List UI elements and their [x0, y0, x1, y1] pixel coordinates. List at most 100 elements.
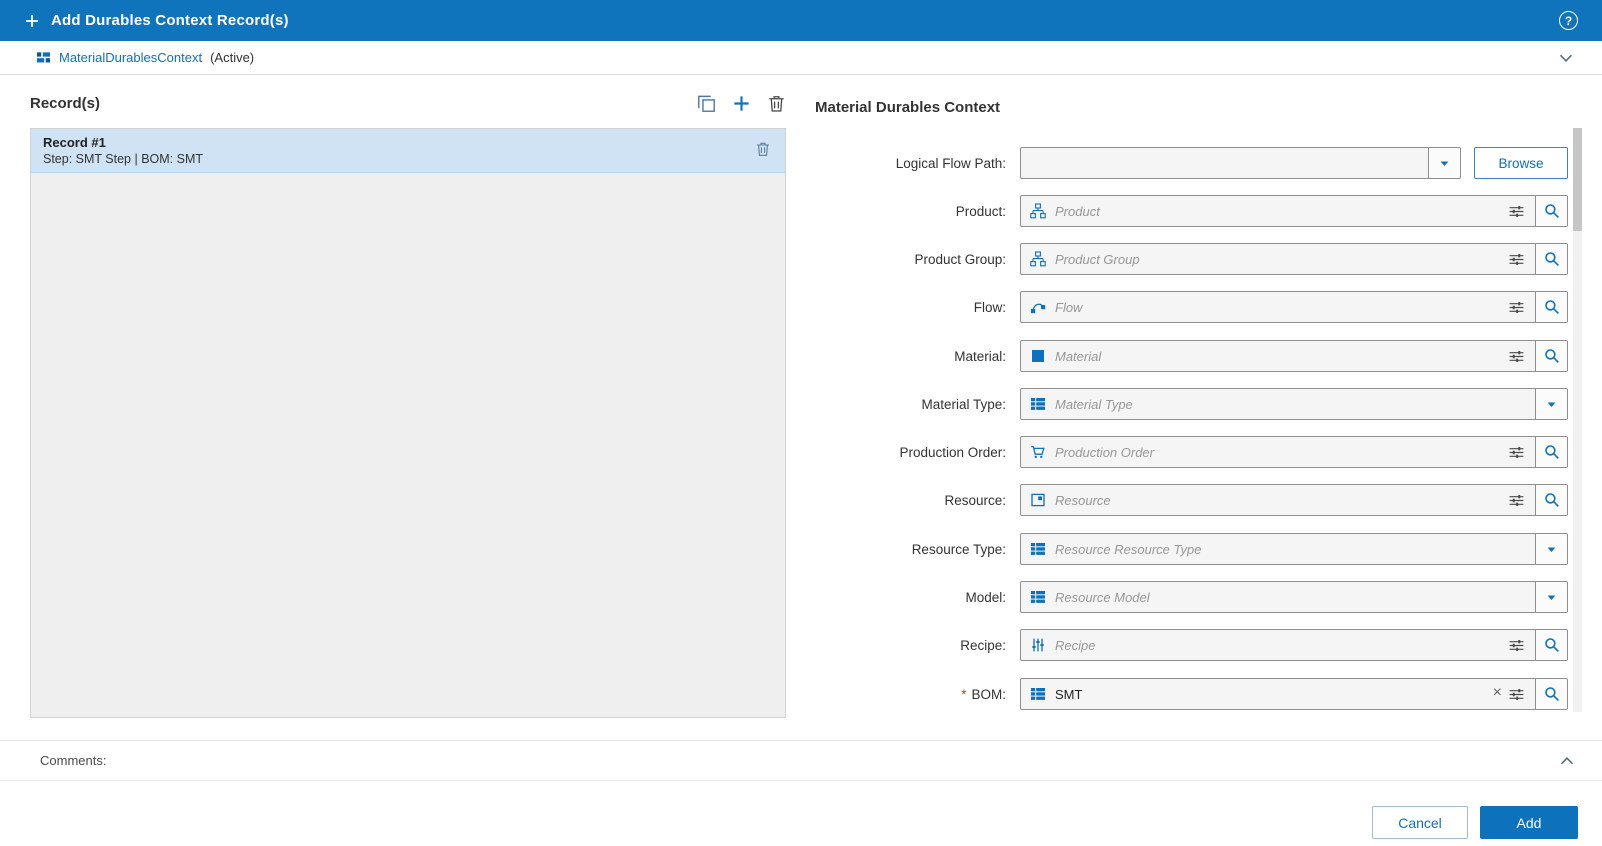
comments-section: Comments: — [0, 740, 1602, 781]
model-dropdown-button[interactable] — [1535, 582, 1567, 612]
search-icon — [1544, 686, 1560, 702]
records-actions — [30, 92, 786, 114]
dropdown-icon — [1545, 398, 1558, 411]
model-input[interactable] — [1055, 582, 1535, 612]
flow-search-button[interactable] — [1535, 292, 1567, 322]
add-icon — [24, 13, 40, 29]
field-label: Resource Type: — [802, 542, 1020, 557]
table-icon — [1030, 396, 1046, 412]
production-order-field[interactable] — [1020, 436, 1568, 468]
bom-search-button[interactable] — [1535, 679, 1567, 709]
search-icon — [1544, 299, 1560, 315]
entity-header: MaterialDurablesContext (Active) — [0, 41, 1602, 75]
resource-type-field[interactable] — [1020, 533, 1568, 565]
logical-flow-path-dropdown-button[interactable] — [1428, 148, 1460, 178]
form-row-logical-flow-path: Logical Flow Path: Browse — [802, 147, 1568, 179]
advanced-search-icon[interactable] — [1508, 492, 1525, 509]
advanced-search-icon[interactable] — [1508, 203, 1525, 220]
dropdown-icon — [1438, 157, 1451, 170]
chevron-up-icon[interactable] — [1559, 753, 1575, 769]
browse-button[interactable]: Browse — [1474, 147, 1568, 179]
copy-records-button[interactable] — [697, 94, 716, 113]
field-label: Logical Flow Path: — [802, 156, 1020, 171]
table-icon — [1030, 686, 1046, 702]
logical-flow-path-field[interactable] — [1020, 147, 1461, 179]
field-label: Product Group: — [802, 252, 1020, 267]
material-input[interactable] — [1055, 341, 1508, 371]
advanced-search-icon[interactable] — [1508, 348, 1525, 365]
material-search-button[interactable] — [1535, 341, 1567, 371]
search-icon — [1544, 251, 1560, 267]
entity-link[interactable]: MaterialDurablesContext — [59, 50, 202, 65]
flow-icon — [1030, 299, 1046, 315]
product-group-field[interactable] — [1020, 243, 1568, 275]
chevron-down-icon[interactable] — [1558, 50, 1574, 66]
field-label: Flow: — [802, 300, 1020, 315]
bom-input[interactable] — [1055, 679, 1489, 709]
entity-icon — [36, 50, 51, 65]
flow-field[interactable] — [1020, 291, 1568, 323]
form-row-material: Material: — [802, 340, 1568, 372]
add-button[interactable]: Add — [1480, 806, 1578, 839]
record-subtitle: Step: SMT Step | BOM: SMT — [43, 152, 773, 166]
field-label: Recipe: — [802, 638, 1020, 653]
advanced-search-icon[interactable] — [1508, 299, 1525, 316]
field-label: *BOM: — [802, 687, 1020, 702]
material-type-dropdown-button[interactable] — [1535, 389, 1567, 419]
field-label: Production Order: — [802, 445, 1020, 460]
form-row-production-order: Production Order: — [802, 436, 1568, 468]
resource-search-button[interactable] — [1535, 485, 1567, 515]
cancel-button[interactable]: Cancel — [1372, 806, 1468, 839]
resource-input[interactable] — [1055, 485, 1508, 515]
bom-field[interactable]: × — [1020, 678, 1568, 710]
dropdown-icon — [1545, 591, 1558, 604]
advanced-search-icon[interactable] — [1508, 444, 1525, 461]
form-title: Material Durables Context — [815, 99, 1000, 116]
product-field[interactable] — [1020, 195, 1568, 227]
recipe-icon — [1030, 637, 1046, 653]
form-scrollbar[interactable] — [1573, 128, 1582, 712]
form-row-resource-type: Resource Type: — [802, 533, 1568, 565]
form-row-flow: Flow: — [802, 291, 1568, 323]
form-row-recipe: Recipe: — [802, 629, 1568, 661]
product-group-search-button[interactable] — [1535, 244, 1567, 274]
field-label: Model: — [802, 590, 1020, 605]
production-order-input[interactable] — [1055, 437, 1508, 467]
material-field[interactable] — [1020, 340, 1568, 372]
logical-flow-path-input[interactable] — [1030, 148, 1428, 178]
material-type-input[interactable] — [1055, 389, 1535, 419]
resource-type-dropdown-button[interactable] — [1535, 534, 1567, 564]
field-label: Product: — [802, 204, 1020, 219]
delete-record-icon[interactable] — [755, 141, 771, 157]
form-row-material-type: Material Type: — [802, 388, 1568, 420]
production-order-search-button[interactable] — [1535, 437, 1567, 467]
field-label: Material Type: — [802, 397, 1020, 412]
product-hierarchy-icon — [1030, 251, 1046, 267]
material-type-field[interactable] — [1020, 388, 1568, 420]
product-group-input[interactable] — [1055, 244, 1508, 274]
delete-records-button[interactable] — [767, 94, 786, 113]
clear-icon[interactable]: × — [1493, 685, 1502, 701]
advanced-search-icon[interactable] — [1508, 637, 1525, 654]
recipe-field[interactable] — [1020, 629, 1568, 661]
product-search-button[interactable] — [1535, 196, 1567, 226]
model-field[interactable] — [1020, 581, 1568, 613]
form-row-resource: Resource: — [802, 484, 1568, 516]
recipe-input[interactable] — [1055, 630, 1508, 660]
help-icon[interactable]: ? — [1559, 11, 1578, 30]
advanced-search-icon[interactable] — [1508, 686, 1525, 703]
record-list-item[interactable]: Record #1 Step: SMT Step | BOM: SMT — [31, 129, 785, 173]
resource-type-input[interactable] — [1055, 534, 1535, 564]
add-record-button[interactable] — [732, 94, 751, 113]
product-input[interactable] — [1055, 196, 1508, 226]
advanced-search-icon[interactable] — [1508, 251, 1525, 268]
copy-records-icon — [697, 94, 716, 113]
table-icon — [1030, 541, 1046, 557]
add-record-icon — [732, 94, 751, 113]
recipe-search-button[interactable] — [1535, 630, 1567, 660]
add-durables-context-dialog: Add Durables Context Record(s) ? Materia… — [0, 0, 1602, 846]
resource-field[interactable] — [1020, 484, 1568, 516]
flow-input[interactable] — [1055, 292, 1508, 322]
search-icon — [1544, 637, 1560, 653]
scrollbar-thumb[interactable] — [1573, 128, 1582, 231]
